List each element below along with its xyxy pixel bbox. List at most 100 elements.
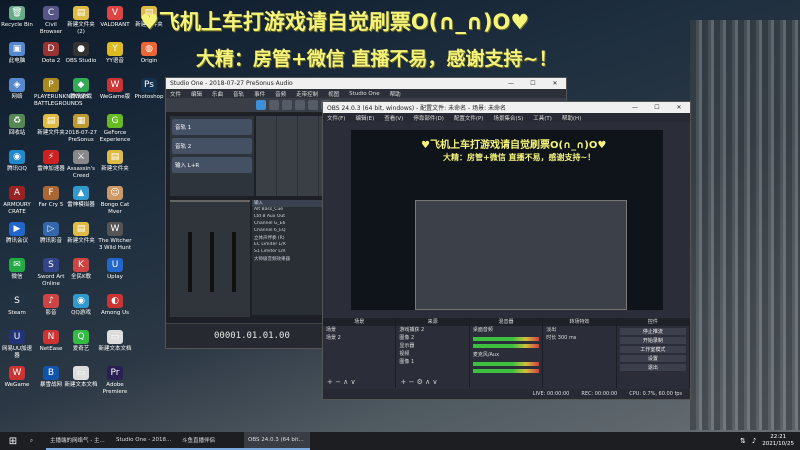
desktop-icon[interactable]: 🗑 Recycle Bin	[0, 6, 34, 29]
desktop-icon[interactable]: ▦ 2018-07-27 PreSonus	[64, 114, 98, 144]
channel-fader[interactable]	[232, 232, 236, 292]
browser-item[interactable]: Alt Bass_Cue	[252, 207, 324, 214]
stop-streaming-button[interactable]: 停止推流	[619, 328, 687, 335]
desktop-icon[interactable]: W WeGame	[0, 366, 34, 389]
desktop-icon[interactable]: ▤ 新建文件夹	[98, 150, 132, 173]
desktop-icon[interactable]: ✉ 微信	[0, 258, 34, 281]
source-item[interactable]: 图像 2	[396, 334, 468, 342]
settings-button[interactable]: 设置	[619, 355, 687, 362]
menu-item[interactable]: 停靠部件(D)	[413, 114, 444, 122]
desktop-icon[interactable]: ▲ 雷神模拟器	[64, 186, 98, 209]
desktop-icon[interactable]: A ARMOURY CRATE	[0, 186, 34, 216]
desktop-icon[interactable]: ● OBS Studio	[64, 42, 98, 65]
desktop-icon[interactable]: ☺ Bongo Cat Mver	[98, 186, 132, 216]
menu-item[interactable]: 音频	[275, 90, 286, 98]
desktop-icon[interactable]: W The Witcher 3 Wild Hunt	[98, 222, 132, 252]
desktop-icon[interactable]: B 暴雪战网	[34, 366, 68, 389]
menu-item[interactable]: 事件	[254, 90, 265, 98]
desktop-icon[interactable]: ◉ QQ游戏	[64, 294, 98, 317]
menu-item[interactable]: 查看(V)	[384, 114, 403, 122]
menu-item[interactable]: 音轨	[233, 90, 244, 98]
range-tool-icon[interactable]	[269, 100, 279, 110]
volume-slider[interactable]	[472, 369, 540, 373]
desktop-icon[interactable]: ◍ Origin	[132, 42, 166, 65]
desktop-icon[interactable]: G GeForce Experience	[98, 114, 132, 144]
browser-item[interactable]: 大师级音频效果器	[252, 256, 324, 263]
taskbar-app[interactable]: OBS 24.0.3 (64 bit...	[244, 432, 310, 450]
scene-item[interactable]: 场景	[323, 326, 395, 334]
desktop-icon[interactable]: N NetEase	[34, 330, 68, 353]
channel-fader[interactable]	[188, 232, 192, 292]
desktop-icon[interactable]: ◉ 腾讯QQ	[0, 150, 34, 173]
desktop-icon[interactable]: ⚔ Assassin's Creed	[64, 150, 98, 180]
obs-window[interactable]: OBS 24.0.3 (64 bit, windows) - 配置文件: 未命名…	[322, 101, 691, 400]
maximize-icon[interactable]: ☐	[646, 104, 668, 111]
desktop-icon[interactable]: P PLAYERUNKNOWN'S BATTLEGROUNDS	[34, 78, 89, 108]
desktop-icon[interactable]: U 网易UU加速器	[0, 330, 34, 360]
studio-mode-button[interactable]: 工作室模式	[619, 346, 687, 353]
source-item[interactable]: 图像 1	[396, 358, 468, 366]
menu-item[interactable]: 文件	[170, 90, 181, 98]
transition-select[interactable]: 淡出	[543, 326, 615, 334]
desktop-icon[interactable]: U Uplay	[98, 258, 132, 281]
desktop-icon[interactable]: F Far Cry 5	[34, 186, 68, 209]
split-tool-icon[interactable]	[282, 100, 292, 110]
desktop-icon[interactable]: Pr Adobe Premiere	[98, 366, 132, 396]
menu-item[interactable]: 视图	[328, 90, 339, 98]
desktop-icon[interactable]: ▤ 新建文件夹 (2)	[64, 6, 98, 36]
desktop-icon[interactable]: W WeGame版	[98, 78, 132, 101]
desktop-icon[interactable]: ▤ 新建文件夹	[64, 222, 98, 245]
browser-item[interactable]: Channel G_E6	[252, 221, 324, 228]
desktop-icon[interactable]: D Dota 2	[34, 42, 68, 65]
arrange-view[interactable]	[256, 116, 324, 196]
paint-tool-icon[interactable]	[308, 100, 318, 110]
menu-item[interactable]: Studio One	[349, 91, 379, 97]
desktop-icon[interactable]: Q 爱奇艺	[64, 330, 98, 353]
desktop-icon[interactable]: ♪ 影音	[34, 294, 68, 317]
source-item[interactable]: 游戏捕获 2	[396, 326, 468, 334]
desktop-icon[interactable]: ▶ 腾讯会议	[0, 222, 34, 245]
close-icon[interactable]: ✕	[544, 80, 566, 87]
menu-item[interactable]: 帮助(H)	[562, 114, 581, 122]
browser-item[interactable]: S1 Limiter L/R	[252, 249, 324, 256]
menu-item[interactable]: 文件(F)	[327, 114, 345, 122]
desktop-icon[interactable]: Ps Photoshop	[132, 78, 166, 101]
taskbar-app[interactable]: 主播端的网络气 - 主...	[46, 432, 112, 450]
desktop-icon[interactable]: V VALORANT	[98, 6, 132, 29]
desktop-icon[interactable]: ▷ 腾讯影音	[34, 222, 68, 245]
browser-item[interactable]: EC Limiter L/R	[252, 242, 324, 249]
obs-preview[interactable]: ♥飞机上车打游戏请自觉刷票O(∩_∩)O♥ 大精：房管+微信 直播不易，感谢支持…	[351, 130, 663, 310]
minimize-icon[interactable]: —	[500, 80, 522, 87]
desktop-icon[interactable]: C Civil Browser	[34, 6, 68, 36]
exit-button[interactable]: 退出	[619, 364, 687, 371]
menu-item[interactable]: 走带控制	[296, 90, 318, 98]
search-icon[interactable]: ⌕	[26, 432, 46, 450]
browser-item[interactable]: Ltd 8 Aux Out	[252, 214, 324, 221]
network-icon[interactable]: ⇅	[740, 437, 746, 445]
volume-icon[interactable]: ♪	[752, 437, 756, 445]
minimize-icon[interactable]: —	[624, 104, 646, 111]
desktop-icon[interactable]: ◆ 腾讯游戏	[64, 78, 98, 101]
menu-item[interactable]: 工具(T)	[533, 114, 552, 122]
desktop-icon[interactable]: Y YY语音	[98, 42, 132, 65]
menu-item[interactable]: 帮助	[390, 90, 401, 98]
volume-slider[interactable]	[472, 344, 540, 348]
desktop-icon[interactable]: ⚡ 雷神加速器	[34, 150, 68, 173]
desktop-icon[interactable]: ♻ 回收站	[0, 114, 34, 137]
arrow-tool-icon[interactable]	[256, 100, 266, 110]
add-scene-icon[interactable]: + − ∧ ∨	[323, 378, 356, 388]
obs-titlebar[interactable]: OBS 24.0.3 (64 bit, windows) - 配置文件: 未命名…	[323, 102, 690, 113]
source-item[interactable]: 显示器	[396, 342, 468, 350]
studio-one-titlebar[interactable]: Studio One - 2018-07-27 PreSonus Audio —…	[166, 78, 566, 89]
maximize-icon[interactable]: ☐	[522, 80, 544, 87]
menu-item[interactable]: 编辑	[191, 90, 202, 98]
desktop-icon[interactable]: S Steam	[0, 294, 34, 317]
desktop-icon[interactable]: S Sword Art Online	[34, 258, 68, 288]
track-row[interactable]: 音轨 1	[172, 119, 252, 135]
desktop-icon[interactable]: ▭ 新建文本文档	[64, 366, 98, 389]
close-icon[interactable]: ✕	[668, 104, 690, 111]
track-row[interactable]: 输入 L+R	[172, 157, 252, 173]
desktop-icon[interactable]: ◈ 网络	[0, 78, 34, 101]
channel-fader[interactable]	[210, 232, 214, 292]
windows-start-icon[interactable]: ⊞	[0, 432, 26, 450]
